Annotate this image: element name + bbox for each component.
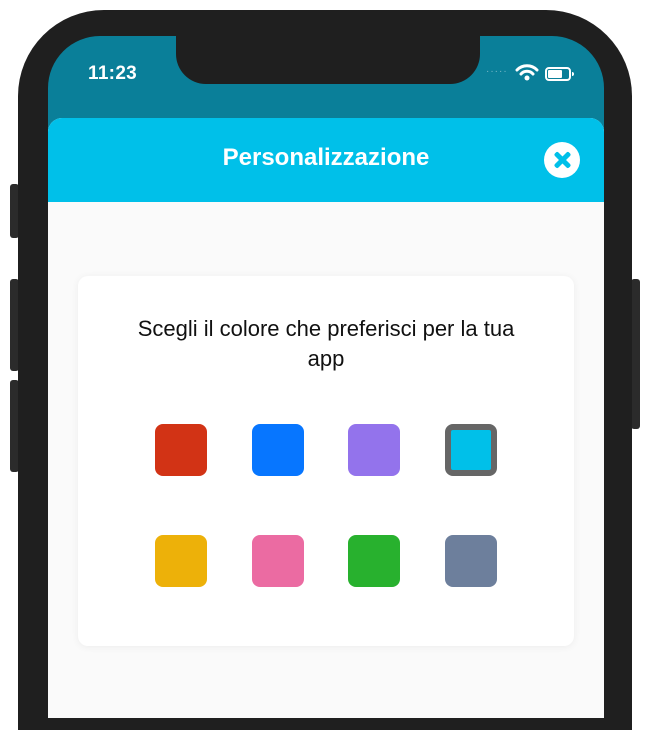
wifi-icon: [515, 64, 539, 81]
battery-level: [548, 70, 562, 78]
color-swatch-yellow[interactable]: [155, 535, 207, 587]
color-swatch-slate[interactable]: [445, 535, 497, 587]
color-swatch-cyan[interactable]: [445, 424, 497, 476]
color-swatch-pink[interactable]: [252, 535, 304, 587]
color-swatch-blue[interactable]: [252, 424, 304, 476]
color-picker-card: Scegli il colore che preferisci per la t…: [78, 276, 574, 646]
color-swatch-red[interactable]: [155, 424, 207, 476]
status-time: 11:23: [88, 63, 138, 84]
close-icon[interactable]: [544, 142, 580, 178]
phone-side-button-right: [631, 279, 640, 429]
color-swatch-green[interactable]: [348, 535, 400, 587]
color-swatch-purple[interactable]: [348, 424, 400, 476]
modal-header: Personalizzazione: [48, 118, 604, 202]
battery-icon: [545, 67, 574, 81]
modal-title: Personalizzazione: [222, 144, 430, 171]
phone-notch: [176, 36, 480, 84]
signal-icon: ·····: [486, 66, 508, 77]
personalization-modal: Personalizzazione Scegli il colore che p…: [48, 118, 604, 718]
color-prompt: Scegli il colore che preferisci per la t…: [137, 316, 515, 371]
